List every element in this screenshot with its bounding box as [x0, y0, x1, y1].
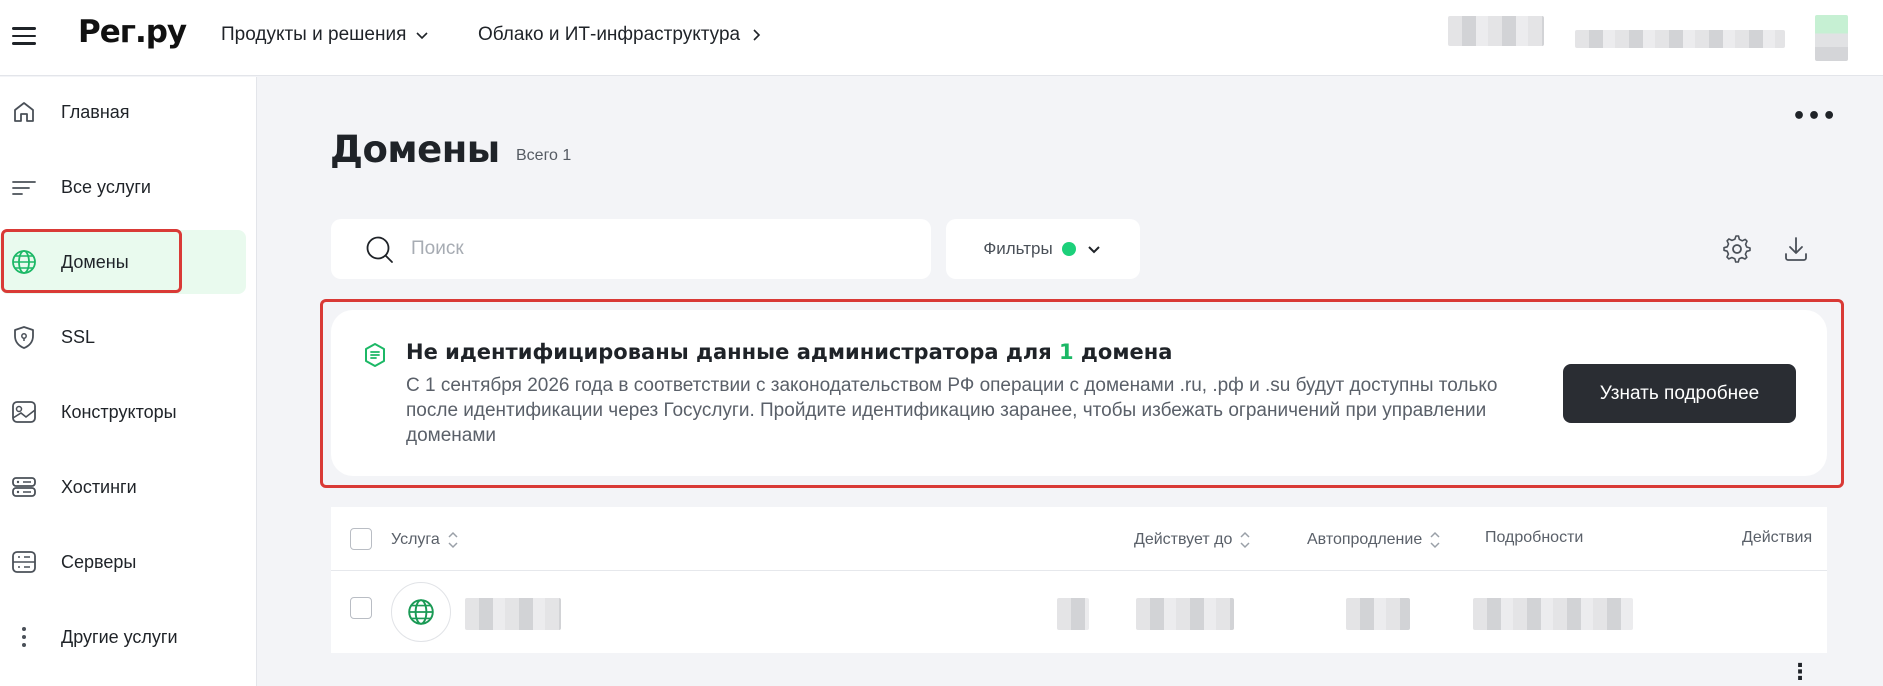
column-label: Действия	[1742, 529, 1813, 546]
sidebar-item-servers[interactable]: Серверы	[0, 530, 246, 594]
blurred-expiry-date	[1136, 598, 1234, 630]
chevron-down-icon	[416, 32, 428, 40]
sidebar-item-all-services[interactable]: Все услуги	[0, 155, 246, 219]
menu-icon[interactable]	[12, 27, 36, 45]
sidebar: Главная Все услуги Домены SSL Конструкто…	[0, 77, 257, 686]
blurred-domain-name	[465, 598, 561, 630]
nav-products[interactable]: Продукты и решения	[221, 24, 430, 46]
filters-active-indicator	[1061, 242, 1076, 256]
avatar[interactable]	[1815, 15, 1848, 61]
globe-icon	[408, 599, 434, 625]
page-title: Домены	[330, 128, 500, 171]
sidebar-item-domains[interactable]: Домены	[0, 230, 246, 294]
sidebar-item-label: Все услуги	[61, 176, 151, 197]
nav-cloud-label: Облако и ИТ-инфраструктура	[478, 24, 741, 45]
total-count: Всего 1	[516, 147, 572, 164]
select-all-checkbox[interactable]	[350, 528, 372, 550]
sort-icon	[1430, 531, 1440, 549]
more-options-icon[interactable]: •••	[1792, 104, 1837, 129]
column-label: Услуга	[391, 531, 440, 548]
banner-title: Не идентифицированы данные администратор…	[406, 340, 1172, 364]
download-icon[interactable]	[1781, 234, 1811, 264]
globe-icon	[10, 248, 38, 276]
chevron-right-icon	[753, 29, 761, 41]
column-label: Автопродление	[1307, 531, 1423, 548]
column-autorenew[interactable]: Автопродление	[1307, 529, 1442, 551]
learn-more-button[interactable]: Узнать подробнее	[1563, 364, 1796, 423]
sidebar-item-ssl[interactable]: SSL	[0, 305, 246, 369]
sidebar-item-label: Главная	[61, 101, 130, 122]
row-actions-icon[interactable]: ⋮	[1789, 662, 1811, 684]
row-checkbox[interactable]	[350, 597, 372, 619]
blurred-user-name	[1575, 30, 1785, 48]
column-label: Действует до	[1134, 531, 1233, 548]
column-valid-until[interactable]: Действует до	[1134, 529, 1252, 551]
blurred-account-info	[1448, 16, 1544, 46]
sidebar-item-hosting[interactable]: Хостинги	[0, 455, 246, 519]
blurred-status	[1057, 598, 1089, 630]
banner-title-start: Не идентифицированы данные администратор…	[406, 340, 1059, 364]
shield-icon	[10, 323, 38, 351]
server-icon	[10, 548, 38, 576]
settings-gear-icon[interactable]	[1722, 234, 1752, 264]
sidebar-item-label: Другие услуги	[61, 626, 178, 647]
sidebar-item-constructors[interactable]: Конструкторы	[0, 380, 246, 444]
sidebar-item-other-services[interactable]: Другие услуги	[0, 605, 246, 669]
sidebar-item-label: Домены	[61, 251, 129, 272]
chevron-down-icon	[1087, 246, 1100, 254]
top-header: Рег.ру Продукты и решения Облако и ИТ-ин…	[0, 0, 1883, 76]
column-label: Подробности	[1485, 529, 1584, 546]
sidebar-item-label: Хостинги	[61, 476, 137, 497]
banner-text: С 1 сентября 2026 года в соответствии с …	[406, 375, 1498, 446]
sidebar-item-label: SSL	[61, 326, 96, 347]
sidebar-item-label: Серверы	[61, 551, 137, 572]
column-service[interactable]: Услуга	[391, 529, 460, 551]
hosting-icon	[10, 473, 38, 501]
blurred-details	[1473, 598, 1633, 630]
filters-button[interactable]: Фильтры	[946, 219, 1140, 279]
sort-icon	[1240, 531, 1250, 549]
banner-title-end: домена	[1073, 340, 1173, 364]
search-input[interactable]	[411, 234, 911, 264]
domain-avatar	[391, 582, 451, 642]
filters-label: Фильтры	[983, 239, 1053, 258]
sort-icon	[448, 531, 458, 549]
more-vertical-icon	[10, 623, 38, 651]
blurred-autorenew	[1346, 598, 1410, 630]
table-row[interactable]: ⋮	[331, 572, 1827, 684]
logo[interactable]: Рег.ру	[78, 14, 187, 50]
identification-icon	[365, 343, 385, 367]
sidebar-item-label: Конструкторы	[61, 401, 177, 422]
column-actions: Действия	[1742, 529, 1812, 547]
column-details: Подробности	[1485, 529, 1583, 547]
sidebar-item-home[interactable]: Главная	[0, 80, 246, 144]
table-header: Услуга Действует до Автопродление Подроб…	[331, 507, 1827, 571]
constructor-icon	[10, 398, 38, 426]
home-icon	[10, 98, 38, 126]
nav-cloud[interactable]: Облако и ИТ-инфраструктура	[478, 24, 764, 46]
banner-title-count: 1	[1059, 340, 1074, 364]
search-box[interactable]	[331, 219, 931, 279]
nav-products-label: Продукты и решения	[221, 24, 407, 45]
search-icon	[366, 236, 393, 263]
domains-table: Услуга Действует до Автопродление Подроб…	[331, 507, 1827, 684]
list-icon	[10, 173, 38, 201]
